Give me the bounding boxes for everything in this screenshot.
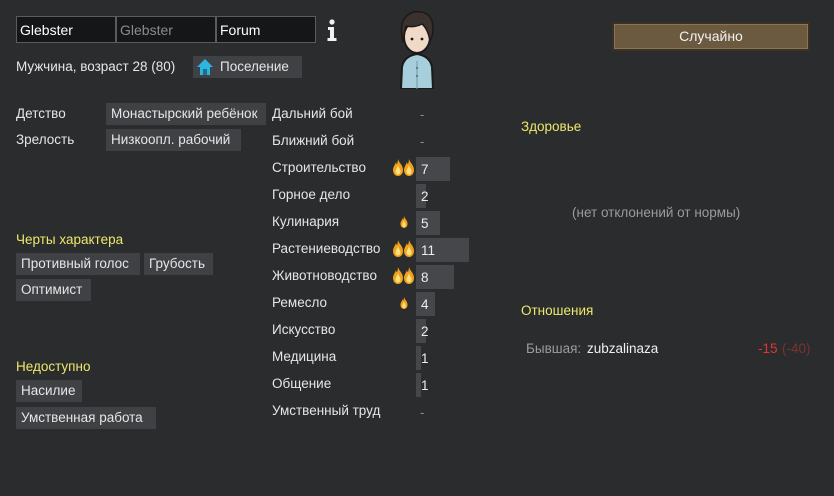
last-name-input[interactable]: Forum [216, 16, 316, 43]
skill-value: - [420, 107, 425, 122]
skill-name: Искусство [272, 322, 336, 337]
relation-row[interactable]: Бывшая: zubzalinaza -15 (-40) [526, 341, 816, 359]
skill-name: Умственный труд [272, 403, 381, 418]
incapable-title: Недоступно [16, 359, 91, 374]
relation-type: Бывшая: [526, 341, 582, 356]
childhood-label: Детство [16, 106, 66, 121]
skill-value: 1 [421, 378, 429, 393]
major-passion-flame-icon [393, 267, 414, 284]
health-status: (нет отклонений от нормы) [572, 205, 741, 220]
trait-chip[interactable]: Противный голос [16, 253, 140, 275]
skill-value: - [420, 134, 425, 149]
skill-value: - [420, 405, 425, 420]
skill-value: 5 [421, 216, 429, 231]
minor-passion-flame-icon [400, 216, 408, 228]
skill-name: Общение [272, 376, 332, 391]
traits-title: Черты характера [16, 232, 124, 247]
skill-name: Кулинария [272, 214, 340, 229]
skill-value: 2 [421, 189, 429, 204]
skill-name: Дальний бой [272, 106, 353, 121]
nickname-input[interactable]: Glebster [116, 16, 216, 43]
skill-value: 1 [421, 351, 429, 366]
randomize-button[interactable]: Случайно [612, 22, 810, 51]
skill-name: Животноводство [272, 268, 377, 283]
incapable-chip[interactable]: Насилие [16, 380, 82, 402]
skill-value: 8 [421, 270, 429, 285]
pawn-portrait [399, 10, 435, 89]
relations-title: Отношения [521, 303, 594, 318]
adulthood-backstory-chip[interactable]: Низкоопл. рабочий [106, 129, 241, 151]
minor-passion-flame-icon [400, 297, 408, 309]
home-icon [197, 59, 213, 75]
relation-opinion: -15 [758, 341, 778, 356]
skill-name: Ближний бой [272, 133, 355, 148]
skill-value: 2 [421, 324, 429, 339]
faction-button[interactable]: Поселение [193, 56, 302, 78]
childhood-backstory-chip[interactable]: Монастырский ребёнок [106, 103, 266, 125]
incapable-chip[interactable]: Умственная работа [16, 407, 156, 429]
gender-age-label: Мужчина, возраст 28 (80) [16, 59, 176, 74]
info-icon[interactable] [324, 18, 340, 44]
health-title: Здоровье [521, 119, 582, 134]
relation-name: zubzalinaza [587, 341, 659, 356]
skill-name: Ремесло [272, 295, 327, 310]
skill-name: Строительство [272, 160, 366, 175]
faction-label: Поселение [220, 59, 289, 74]
skill-name: Горное дело [272, 187, 351, 202]
major-passion-flame-icon [393, 159, 414, 176]
relation-opinion-them: (-40) [782, 341, 811, 356]
major-passion-flame-icon [393, 240, 414, 257]
skill-value: 11 [421, 243, 436, 258]
skill-value: 4 [421, 297, 429, 312]
first-name-input[interactable]: Glebster [16, 16, 116, 43]
adulthood-label: Зрелость [16, 132, 75, 147]
skill-name: Медицина [272, 349, 337, 364]
skill-name: Растениеводство [272, 241, 381, 256]
nickname-placeholder: Glebster [120, 22, 173, 38]
skill-value: 7 [421, 162, 429, 177]
trait-chip[interactable]: Грубость [144, 253, 213, 275]
trait-chip[interactable]: Оптимист [16, 279, 91, 301]
